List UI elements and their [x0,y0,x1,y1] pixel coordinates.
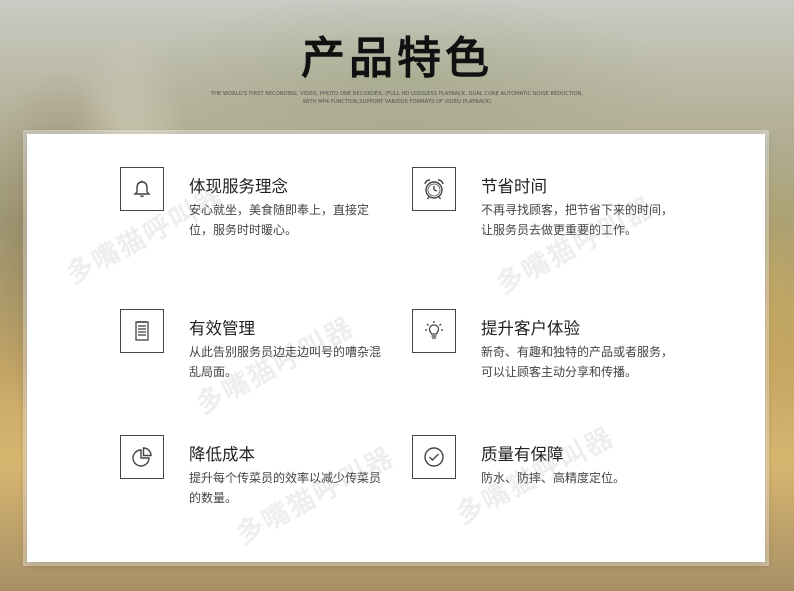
feature-item-save-time: 节省时间 不再寻找顾客，把节省下来的时间，让服务员去做更重要的工作。 [412,167,673,257]
alarm-clock-icon [412,167,456,211]
feature-title: 提升客户体验 [481,319,580,338]
feature-item-cost: 降低成本 提升每个传菜员的效率以减少传菜员的数量。 [120,435,381,525]
feature-title: 体现服务理念 [189,177,288,196]
lightbulb-icon [412,309,456,353]
features-panel: 体现服务理念 安心就坐，美食随即奉上，直接定位，服务时时暖心。 节省时间 不再寻… [27,134,765,562]
page-subtitle: THE WORLD'S FIRST RECORDING, VIDEO, PHOT… [170,90,624,106]
notepad-icon [120,309,164,353]
feature-description: 不再寻找顾客，把节省下来的时间，让服务员去做更重要的工作。 [481,203,674,237]
page-title: 产品特色 [301,33,493,84]
feature-title: 质量有保障 [481,445,564,464]
feature-title: 降低成本 [189,445,255,464]
feature-item-experience: 提升客户体验 新奇、有趣和独特的产品或者服务，可以让顾客主动分享和传播。 [412,309,673,399]
feature-title: 有效管理 [189,319,255,338]
pie-chart-icon [120,435,164,479]
feature-item-quality: 质量有保障 防水、防摔、高精度定位。 [412,435,672,525]
check-circle-icon [412,435,456,479]
feature-description: 防水、防摔、高精度定位。 [481,471,626,485]
feature-description: 安心就坐，美食随即奉上，直接定位，服务时时暖心。 [189,203,370,237]
feature-item-service: 体现服务理念 安心就坐，美食随即奉上，直接定位，服务时时暖心。 [120,167,380,257]
feature-description: 提升每个传菜员的效率以减少传菜员的数量。 [189,471,382,505]
feature-description: 新奇、有趣和独特的产品或者服务，可以让顾客主动分享和传播。 [481,345,674,379]
feature-item-management: 有效管理 从此告别服务员边走边叫号的嘈杂混乱局面。 [120,309,381,399]
feature-description: 从此告别服务员边走边叫号的嘈杂混乱局面。 [189,345,382,379]
bell-icon [120,167,164,211]
subtitle-line-2: WITH MP4 FUNCTION,SUPPORT VARIOUS FORMAT… [302,99,492,105]
feature-title: 节省时间 [481,177,547,196]
subtitle-line-1: THE WORLD'S FIRST RECORDING, VIDEO, PHOT… [210,91,584,97]
